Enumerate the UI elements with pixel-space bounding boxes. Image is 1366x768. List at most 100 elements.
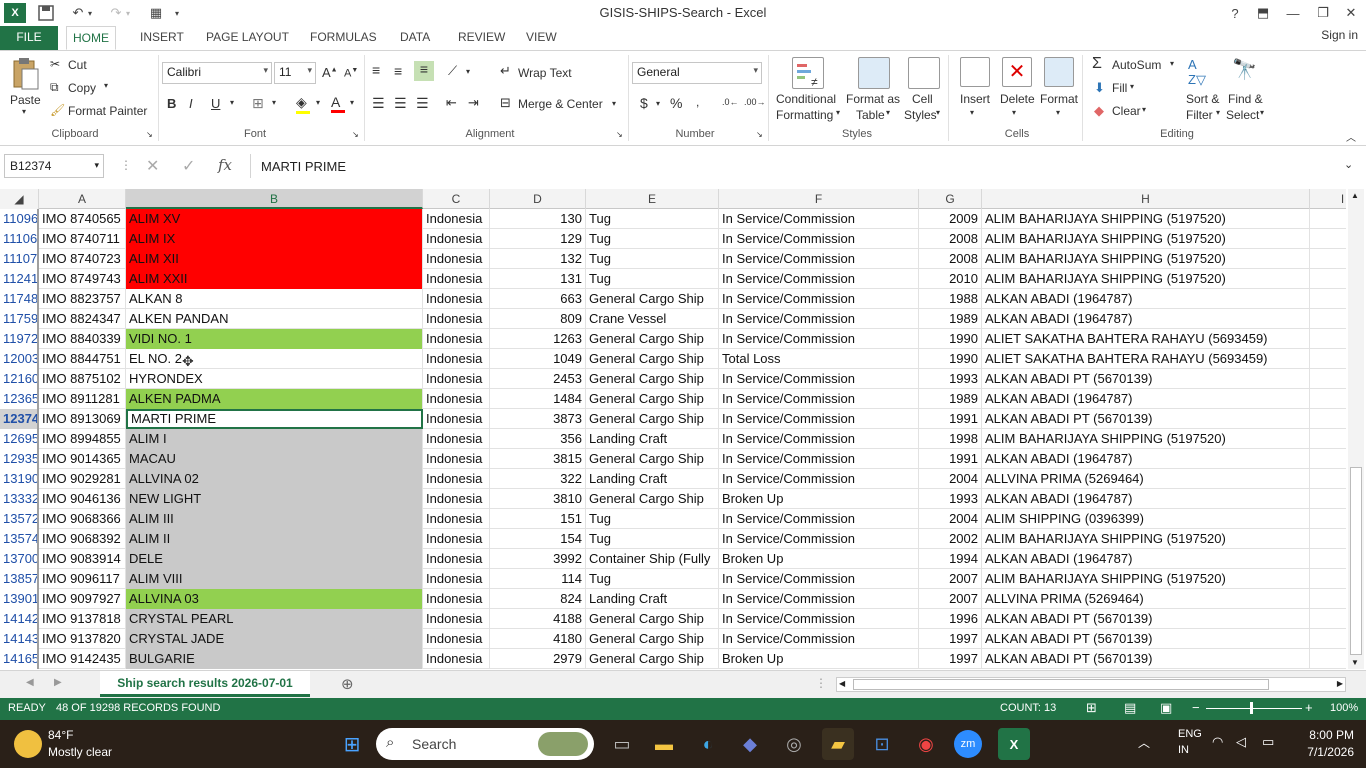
row-header[interactable]: 11107	[0, 249, 39, 269]
row-header[interactable]: 13572	[0, 509, 39, 529]
format-painter-button[interactable]: Format Painter	[68, 104, 147, 118]
cell-e[interactable]: General Cargo Ship	[586, 489, 719, 509]
sign-in-link[interactable]: Sign in	[1321, 28, 1358, 42]
copy-dropdown-icon[interactable]: ▾	[104, 81, 108, 90]
cell-e[interactable]: Tug	[586, 509, 719, 529]
bold-icon[interactable]: B	[167, 96, 176, 111]
cell-g[interactable]: 1988	[919, 289, 982, 309]
cell-e[interactable]: General Cargo Ship	[586, 449, 719, 469]
cell-i[interactable]	[1310, 409, 1346, 429]
cell-f[interactable]: Broken Up	[719, 489, 919, 509]
clipboard-launcher-icon[interactable]: ↘	[146, 130, 153, 139]
cell-i[interactable]	[1310, 289, 1346, 309]
cell-e[interactable]: General Cargo Ship	[586, 649, 719, 669]
tray-chevron-icon[interactable]: ︿	[1138, 734, 1150, 751]
fill-color-icon[interactable]: ◈	[296, 94, 310, 114]
excel-taskbar-icon[interactable]: X	[998, 728, 1030, 760]
cell-d[interactable]: 154	[490, 529, 586, 549]
cell-a[interactable]: IMO 9014365	[39, 449, 126, 469]
cancel-icon[interactable]: ✕	[146, 156, 159, 176]
column-header-i[interactable]: I	[1310, 189, 1346, 209]
row-header[interactable]: 11106	[0, 229, 39, 249]
cell-g[interactable]: 2004	[919, 509, 982, 529]
cell-a[interactable]: IMO 9142435	[39, 649, 126, 669]
cell-a[interactable]: IMO 9137820	[39, 629, 126, 649]
row-header[interactable]: 11759	[0, 309, 39, 329]
column-header-b[interactable]: B	[126, 189, 423, 209]
cell-h[interactable]: ALLVINA PRIMA (5269464)	[982, 469, 1310, 489]
name-box-dropdown-icon[interactable]: ▾	[94, 160, 99, 171]
cell-g[interactable]: 2007	[919, 569, 982, 589]
row-header[interactable]: 13190	[0, 469, 39, 489]
comma-style-icon[interactable]: ,	[696, 95, 699, 109]
merge-center-button[interactable]: Merge & Center	[518, 97, 603, 111]
tab-insert[interactable]: INSERT	[134, 26, 190, 50]
cell-h[interactable]: ALIET SAKATHA BAHTERA RAHAYU (5693459)	[982, 329, 1310, 349]
cell-e[interactable]: General Cargo Ship	[586, 609, 719, 629]
cell-b[interactable]: BULGARIE	[126, 649, 423, 669]
clock-date[interactable]: 7/1/2026	[1294, 745, 1354, 759]
cell-i[interactable]	[1310, 229, 1346, 249]
cell-f[interactable]: In Service/Commission	[719, 209, 919, 229]
cell-h[interactable]: ALKAN ABADI (1964787)	[982, 389, 1310, 409]
cell-f[interactable]: In Service/Commission	[719, 609, 919, 629]
format-as-table-label[interactable]: Format as	[846, 92, 900, 106]
normal-view-icon[interactable]: ⊞	[1086, 700, 1097, 716]
cell-g[interactable]: 1997	[919, 629, 982, 649]
cell-i[interactable]	[1310, 309, 1346, 329]
conditional-formatting-label[interactable]: Conditional	[776, 92, 836, 106]
fill-color-dropdown-icon[interactable]: ▾	[316, 98, 320, 107]
row-header[interactable]: 14143	[0, 629, 39, 649]
row-header[interactable]: 13574	[0, 529, 39, 549]
cell-a[interactable]: IMO 8994855	[39, 429, 126, 449]
cell-h[interactable]: ALKAN ABADI (1964787)	[982, 289, 1310, 309]
orientation-dropdown-icon[interactable]: ▾	[466, 67, 470, 76]
cell-h[interactable]: ALIET SAKATHA BAHTERA RAHAYU (5693459)	[982, 349, 1310, 369]
alignment-launcher-icon[interactable]: ↘	[616, 130, 623, 139]
cell-i[interactable]	[1310, 249, 1346, 269]
underline-dropdown-icon[interactable]: ▾	[230, 98, 234, 107]
page-break-view-icon[interactable]: ▣	[1160, 700, 1172, 716]
cell-c[interactable]: Indonesia	[423, 329, 490, 349]
vertical-scroll-thumb[interactable]	[1350, 467, 1362, 655]
find-select-dropdown-icon[interactable]: ▾	[1260, 108, 1264, 117]
cell-e[interactable]: General Cargo Ship	[586, 329, 719, 349]
cell-g[interactable]: 2009	[919, 209, 982, 229]
cell-b[interactable]: VIDI NO. 1	[126, 329, 423, 349]
column-header-c[interactable]: C	[423, 189, 490, 209]
decrease-indent-icon[interactable]: ⇤	[446, 95, 457, 111]
cell-d[interactable]: 809	[490, 309, 586, 329]
zoom-out-icon[interactable]: −	[1192, 700, 1200, 715]
cell-d[interactable]: 356	[490, 429, 586, 449]
cell-e[interactable]: Tug	[586, 229, 719, 249]
row-header[interactable]: 14165	[0, 649, 39, 669]
cell-h[interactable]: ALKAN ABADI PT (5670139)	[982, 369, 1310, 389]
next-sheet-icon[interactable]: ▶	[54, 677, 62, 688]
spreadsheet-grid[interactable]: ◢ A B C D E F G H I 11096 IMO 8740565 ALIM…	[0, 189, 1346, 669]
delete-dropdown-icon[interactable]: ▾	[1012, 108, 1016, 117]
cell-f[interactable]: In Service/Commission	[719, 509, 919, 529]
cell-a[interactable]: IMO 9096117	[39, 569, 126, 589]
clear-button[interactable]: Clear	[1112, 104, 1141, 118]
cell-c[interactable]: Indonesia	[423, 269, 490, 289]
task-view-icon[interactable]: ▭	[606, 728, 638, 760]
find-select-label[interactable]: Find &	[1228, 92, 1263, 106]
cell-g[interactable]: 1996	[919, 609, 982, 629]
delete-button[interactable]: Delete	[1000, 92, 1035, 106]
cell-f[interactable]: In Service/Commission	[719, 369, 919, 389]
cell-a[interactable]: IMO 8824347	[39, 309, 126, 329]
underline-icon[interactable]: U	[211, 96, 220, 111]
cell-a[interactable]: IMO 9068392	[39, 529, 126, 549]
cell-i[interactable]	[1310, 549, 1346, 569]
cell-h[interactable]: ALKAN ABADI (1964787)	[982, 489, 1310, 509]
row-header[interactable]: 11972	[0, 329, 39, 349]
cell-b[interactable]: ALLVINA 03	[126, 589, 423, 609]
horizontal-scroll-thumb[interactable]	[853, 679, 1269, 690]
cell-i[interactable]	[1310, 529, 1346, 549]
cell-d[interactable]: 151	[490, 509, 586, 529]
cell-a[interactable]: IMO 9029281	[39, 469, 126, 489]
cell-i[interactable]	[1310, 509, 1346, 529]
help-button[interactable]: ?	[1220, 0, 1250, 26]
cell-i[interactable]	[1310, 589, 1346, 609]
cell-f[interactable]: In Service/Commission	[719, 629, 919, 649]
